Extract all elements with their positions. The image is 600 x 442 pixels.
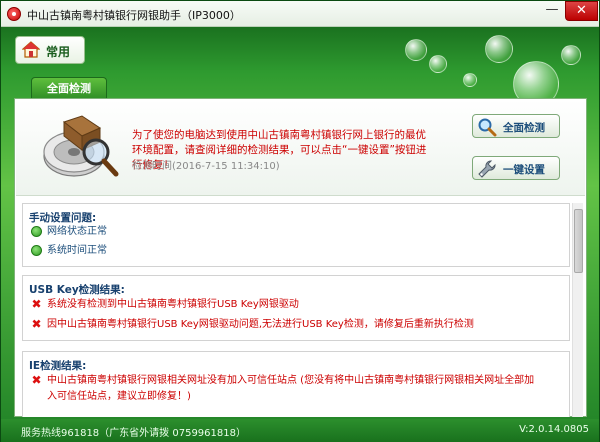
error-x-icon: ✖ xyxy=(31,297,42,311)
results-scrollbar[interactable] xyxy=(572,203,583,417)
home-icon xyxy=(22,41,40,58)
main-panel: 为了使您的电脑达到使用中山古镇南粤村镇银行网上银行的最优环境配置，请查阅详细的检… xyxy=(14,98,587,417)
result-group-manual: 手动设置问题: 网络状态正常 系统时间正常 xyxy=(22,203,570,267)
minimize-button[interactable]: — xyxy=(539,1,565,21)
wrench-icon xyxy=(478,160,496,178)
home-tab-label: 常用 xyxy=(46,45,71,59)
ok-check-icon xyxy=(31,245,42,256)
decorative-bubble xyxy=(561,45,581,65)
app-logo-icon xyxy=(7,7,21,21)
title-bar[interactable]: 中山古镇南粤村镇银行网银助手（IP3000） — ✕ xyxy=(1,1,599,27)
group-title: IE检测结果: xyxy=(29,360,87,372)
check-time: 检测时间(2016-7-15 11:34:10) xyxy=(132,161,280,172)
result-group-ie: IE检测结果: ✖ 中山古镇南粤村镇银行网银相关网址没有加入可信任站点 (您没有… xyxy=(22,351,570,417)
scrollbar-thumb[interactable] xyxy=(574,209,583,273)
error-x-icon: ✖ xyxy=(31,317,42,331)
results-list[interactable]: 手动设置问题: 网络状态正常 系统时间正常 USB Key检测结果: ✖ 系统没… xyxy=(22,203,570,417)
intro-section: 为了使您的电脑达到使用中山古镇南粤村镇银行网上银行的最优环境配置，请查阅详细的检… xyxy=(16,100,585,196)
group-title: 手动设置问题: xyxy=(29,212,97,224)
status-bar: 服务热线961818（广东省外请拨 0759961818） V:2.0.14.0… xyxy=(1,419,599,442)
one-click-setup-button[interactable]: 一键设置 xyxy=(472,156,560,180)
ok-check-icon xyxy=(31,226,42,237)
disk-magnifier-icon xyxy=(43,115,119,177)
window-title: 中山古镇南粤村镇银行网银助手（IP3000） xyxy=(27,9,241,22)
home-tab[interactable]: 常用 xyxy=(15,36,85,64)
one-click-setup-label: 一键设置 xyxy=(503,164,545,176)
service-hotline: 服务热线961818（广东省外请拨 0759961818） xyxy=(21,428,246,439)
result-group-usbkey: USB Key检测结果: ✖ 系统没有检测到中山古镇南粤村镇银行USB Key网… xyxy=(22,275,570,341)
decorative-bubble xyxy=(405,39,427,61)
full-check-button[interactable]: 全面检测 xyxy=(472,114,560,138)
full-check-label: 全面检测 xyxy=(503,122,545,134)
tab-full-check[interactable]: 全面检测 xyxy=(31,77,107,99)
error-x-icon: ✖ xyxy=(31,373,42,387)
magnifier-icon xyxy=(478,118,497,137)
app-window: 中山古镇南粤村镇银行网银助手（IP3000） — ✕ 常用 全面检测 为了使您的… xyxy=(0,0,600,442)
group-title: USB Key检测结果: xyxy=(29,284,125,296)
decorative-bubble xyxy=(485,35,513,63)
close-button[interactable]: ✕ xyxy=(565,1,598,21)
decorative-bubble xyxy=(429,55,447,73)
decorative-bubble xyxy=(463,73,477,87)
version-label: V:2.0.14.0805 xyxy=(519,424,589,435)
